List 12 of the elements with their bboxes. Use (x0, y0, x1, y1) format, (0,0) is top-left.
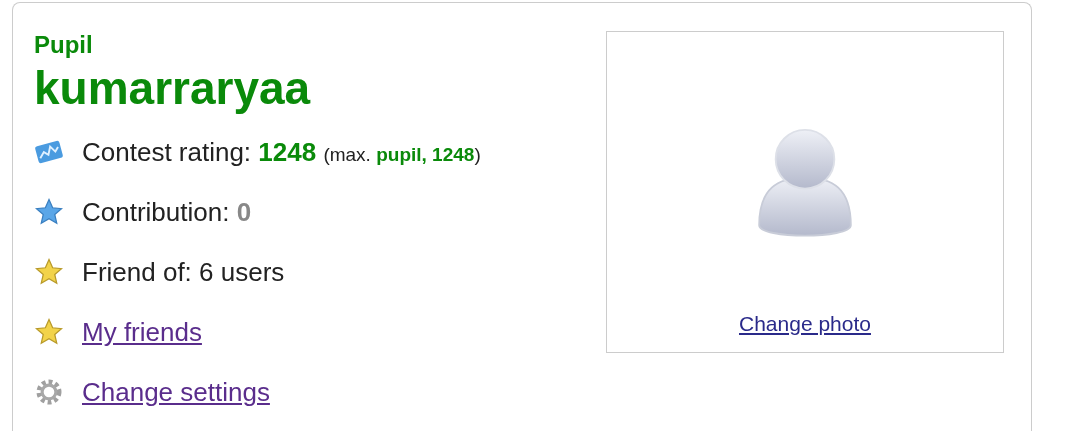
contest-rating: Contest rating: 1248 (max. pupil, 1248) (82, 136, 481, 168)
profile-link[interactable]: Change settings (82, 376, 270, 408)
star-icon (34, 317, 64, 347)
star-icon (34, 197, 64, 227)
star-icon (34, 257, 64, 287)
gear-icon (34, 377, 64, 407)
user-handle: kumarraryaa (34, 61, 312, 115)
change-photo-link[interactable]: Change photo (739, 312, 871, 336)
contribution: Contribution: 0 (82, 196, 252, 228)
user-rank: Pupil (34, 31, 94, 59)
profile-link[interactable]: My friends (82, 316, 202, 348)
info-text: Friend of: 6 users (82, 256, 285, 288)
